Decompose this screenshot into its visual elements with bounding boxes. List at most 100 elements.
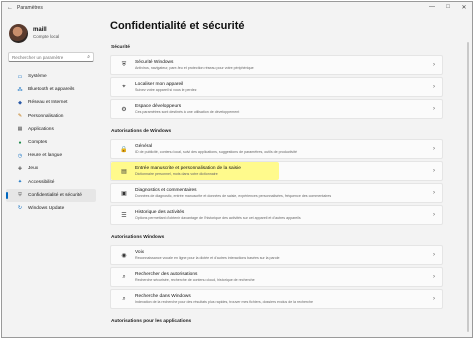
- sidebar-item-windows-update[interactable]: ↻ Windows Update: [6, 202, 96, 215]
- sidebar-item-label: Réseau et Internet: [28, 100, 68, 106]
- sidebar-item-label: Jeux: [28, 166, 39, 172]
- user-name: maill: [33, 27, 47, 33]
- card-description: Reconnaissance vocale en ligne pour la d…: [135, 256, 280, 260]
- sidebar-item-label: Heure et langue: [28, 153, 63, 159]
- person-icon: ●: [18, 139, 22, 146]
- maximize-button[interactable]: □: [440, 4, 456, 11]
- card-icon: ▤: [121, 168, 127, 175]
- title-bar: ← Paramètres — □ ✕: [2, 2, 472, 13]
- shield-icon: ⛨: [18, 192, 22, 199]
- card-title: Sécurité Windows: [135, 60, 174, 65]
- network-icon: ◆: [18, 99, 22, 106]
- card-text: Recherche dans Windows Indexation de la r…: [135, 294, 313, 304]
- settings-card[interactable]: ⛨ Sécurité Windows Antivirus, navigateur, …: [110, 55, 443, 75]
- chevron-right-icon: ›: [433, 252, 435, 258]
- card-description: Recherche sécurisée, recherche de conten…: [135, 278, 255, 282]
- card-text: Historique des activités Options permetta…: [135, 210, 301, 220]
- card-text: Entrée manuscrite et personnalisation de…: [135, 166, 241, 176]
- scrollbar[interactable]: [467, 42, 469, 332]
- card-icon: ▣: [121, 190, 127, 197]
- card-description: Indexation de la recherche pour des résu…: [135, 300, 313, 304]
- sidebar-item-label: Accessibilité: [28, 179, 55, 185]
- card-icon: ⌕: [122, 273, 126, 280]
- settings-card[interactable]: ▣ Diagnostics et commentaires Données de d…: [110, 183, 443, 203]
- card-icon: ☰: [121, 212, 127, 219]
- card-title: Général: [135, 144, 153, 149]
- user-profile[interactable]: maill Compte local: [2, 13, 100, 47]
- card-title: Entrée manuscrite et personnalisation de…: [135, 166, 241, 171]
- close-button[interactable]: ✕: [456, 4, 472, 11]
- settings-card[interactable]: ⌖ Localiser mon appareil Suivez votre appa…: [110, 77, 443, 97]
- sidebar-item-label: Windows Update: [28, 205, 65, 211]
- section-heading: Sécurité: [111, 45, 130, 50]
- accessibility-icon: ✦: [17, 179, 23, 186]
- settings-window: ← Paramètres — □ ✕ maill Compte local ⌕ …: [1, 1, 473, 338]
- sidebar-item-personalization[interactable]: ✎ Personnalisation: [6, 110, 96, 123]
- card-description: Options permettant d'obtenir davantage d…: [135, 216, 301, 220]
- settings-card[interactable]: ◉ Voix Reconnaissance vocale en ligne pour…: [110, 245, 443, 265]
- sidebar-item-label: Système: [28, 74, 47, 80]
- card-icon: ⌖: [122, 83, 126, 90]
- sidebar-item-gaming[interactable]: ✚ Jeux: [6, 162, 96, 175]
- card-text: Espace développeurs Ces paramètres sont d…: [135, 104, 239, 114]
- card-title: Diagnostics et commentaires: [135, 188, 197, 193]
- account-type: Compte local: [33, 34, 60, 39]
- card-icon: ⌕: [122, 295, 126, 302]
- sidebar-item-label: Comptes: [28, 140, 48, 146]
- card-icon: ⛨: [121, 61, 127, 68]
- settings-card[interactable]: ☰ Historique des activités Options permett…: [110, 205, 443, 225]
- sidebar-item-privacy-security[interactable]: ⛨ Confidentialité et sécurité: [6, 188, 96, 202]
- card-title: Localiser mon appareil: [135, 82, 184, 87]
- sidebar-item-apps[interactable]: ▦ Applications: [6, 123, 96, 136]
- settings-card[interactable]: ⌕ Recherche dans Windows Indexation de la …: [110, 289, 443, 309]
- card-description: Ces paramètres sont destinés à une utili…: [135, 110, 240, 114]
- section-heading: Autorisations Windows: [111, 235, 165, 240]
- sidebar-item-label: Applications: [28, 126, 54, 132]
- avatar: [9, 23, 28, 43]
- card-text: Rechercher des autorisations Recherche sé…: [135, 272, 255, 282]
- card-text: Voix Reconnaissance vocale en ligne pour …: [135, 250, 280, 260]
- card-title: Recherche dans Windows: [135, 294, 191, 299]
- minimize-button[interactable]: —: [424, 4, 440, 11]
- monitor-icon: ▭: [17, 73, 23, 80]
- card-text: Diagnostics et commentaires Données de di…: [135, 188, 331, 198]
- sidebar-item-bluetooth[interactable]: ⁂ Bluetooth et appareils: [6, 83, 96, 96]
- search-icon: ⌕: [87, 54, 90, 60]
- chevron-right-icon: ›: [433, 190, 435, 196]
- card-description: ID de publicité, contenu local, suivi de…: [135, 150, 298, 154]
- sidebar-item-accounts[interactable]: ● Comptes: [6, 136, 96, 149]
- card-text: Localiser mon appareil Suivez votre appar…: [135, 82, 197, 92]
- sidebar-item-time-language[interactable]: ◷ Heure et langue: [6, 149, 96, 162]
- sidebar-item-label: Bluetooth et appareils: [28, 87, 75, 93]
- card-text: Général ID de publicité, contenu local, s…: [135, 144, 297, 154]
- gamepad-icon: ✚: [17, 165, 23, 172]
- card-title: Rechercher des autorisations: [135, 272, 198, 277]
- search-input[interactable]: [12, 54, 88, 60]
- card-title: Historique des activités: [135, 210, 185, 215]
- chevron-right-icon: ›: [433, 106, 435, 112]
- card-icon: ◉: [121, 252, 127, 259]
- chevron-right-icon: ›: [433, 274, 435, 280]
- chevron-right-icon: ›: [433, 296, 435, 302]
- sidebar-item-system[interactable]: ▭ Système: [6, 70, 96, 83]
- settings-card[interactable]: 🔒 Général ID de publicité, contenu local, …: [110, 139, 443, 159]
- search-box[interactable]: ⌕: [8, 52, 94, 62]
- sidebar-item-accessibility[interactable]: ✦ Accessibilité: [6, 176, 96, 189]
- back-arrow-icon[interactable]: ←: [7, 5, 17, 11]
- clock-icon: ◷: [17, 152, 23, 159]
- card-description: Suivez votre appareil si vous le perdez: [135, 88, 197, 92]
- settings-card[interactable]: ⌕ Rechercher des autorisations Recherche s…: [110, 267, 443, 287]
- sidebar-item-label: Confidentialité et sécurité: [28, 192, 82, 198]
- apps-icon: ▦: [17, 126, 23, 133]
- settings-card[interactable]: ▤ Entrée manuscrite et personnalisation d…: [110, 161, 443, 181]
- card-description: Dictionnaire personnel, mots dans votre …: [135, 172, 218, 176]
- window-controls: — □ ✕: [424, 4, 472, 11]
- update-icon: ↻: [17, 205, 23, 212]
- chevron-right-icon: ›: [433, 212, 435, 218]
- settings-card[interactable]: ⚙ Espace développeurs Ces paramètres sont …: [110, 99, 443, 119]
- page-title: Confidentialité et sécurité: [110, 20, 245, 32]
- card-title: Voix: [135, 250, 145, 255]
- main-content: Confidentialité et sécurité Sécurité ⛨ Séc…: [106, 13, 472, 337]
- bluetooth-icon: ⁂: [17, 86, 23, 93]
- sidebar-item-network[interactable]: ◆ Réseau et Internet: [6, 96, 96, 109]
